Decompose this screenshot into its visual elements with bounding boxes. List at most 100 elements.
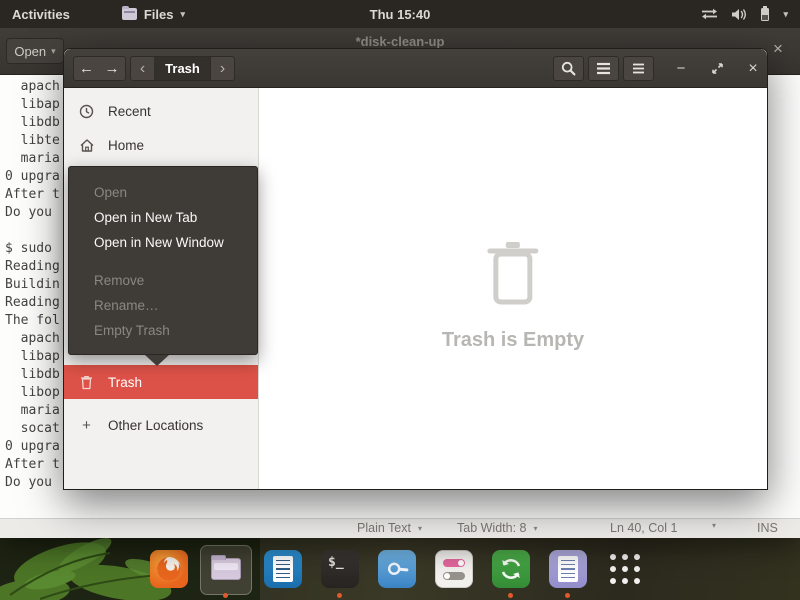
empty-state-title: Trash is Empty [442,329,584,352]
gedit-language-label: Plain Text [357,521,411,535]
gedit-open-button[interactable]: Open ▾ [6,38,64,64]
sidebar-item-label: Other Locations [108,418,203,433]
pathbar-location-button[interactable]: Trash [154,56,211,81]
gnome-top-bar: Activities Files ▾ Thu 15:40 ▾ [0,0,800,28]
view-toggle-button[interactable] [588,56,619,81]
chevron-down-icon: ▾ [533,524,537,533]
firefox-icon [150,550,188,588]
dock-item-text-editor[interactable] [549,550,587,588]
files-icon [211,558,241,580]
writer-document-icon [273,556,293,582]
plus-icon: + [78,417,95,434]
sidebar-item-label: Recent [108,104,151,119]
path-previous-button[interactable]: ‹ [130,56,155,81]
path-next-button[interactable]: › [210,56,235,81]
gedit-close-button[interactable]: × [768,39,788,59]
gedit-ins-label: INS [757,521,778,535]
app-menu-files[interactable]: Files ▾ [122,7,185,22]
update-arrows-icon [498,556,524,582]
menu-separator [69,255,257,268]
back-button[interactable]: ← [73,56,100,81]
terminal-prompt-icon: $_ [328,555,344,570]
sidebar-item-recent[interactable]: Recent [64,96,258,127]
chevron-down-icon: ▾ [712,521,716,530]
system-status-area[interactable]: ▾ [701,6,788,22]
chevron-left-icon: ‹ [140,60,145,78]
maximize-icon [711,62,724,75]
dock-item-software-updater[interactable] [492,550,530,588]
list-view-icon [596,62,611,75]
window-menu-button[interactable] [623,56,654,81]
home-icon [78,138,95,153]
sidebar-item-label: Trash [108,375,142,390]
gedit-overwrite-mode: INS [757,521,778,535]
trash-icon [78,375,95,390]
chevron-down-icon: ▾ [180,9,185,20]
sidebar-item-label: Home [108,138,144,153]
chevron-down-icon: ▾ [418,524,422,533]
gedit-statusbar-dropdown[interactable]: ▾ [712,521,716,530]
gedit-window-title: *disk-clean-up [356,34,445,49]
gedit-cursor-label: Ln 40, Col 1 [610,521,677,535]
chevron-down-icon: ▾ [783,9,788,20]
menu-item-empty-trash: Empty Trash [69,318,257,343]
running-indicator-terminal [337,593,342,598]
close-button[interactable]: × [738,56,768,81]
dock-item-settings[interactable] [435,550,473,588]
volume-icon [731,8,747,21]
app-menu-label: Files [144,7,174,22]
minimize-button[interactable]: − [666,56,696,81]
files-headerbar: ← → ‹ Trash › − [64,49,767,88]
battery-icon [760,6,770,22]
dock-item-terminal[interactable]: $_ [321,550,359,588]
sidebar-item-trash[interactable]: Trash [64,365,258,399]
menu-item-rename: Rename… [69,293,257,318]
sidebar-item-other-locations[interactable]: + Other Locations [64,410,258,441]
network-arrows-icon [701,8,718,20]
search-button[interactable] [553,56,584,81]
gedit-tab-width-label: Tab Width: 8 [457,521,526,535]
menu-item-open-new-window[interactable]: Open in New Window [69,230,257,255]
gedit-statusbar: Plain Text ▾ Tab Width: 8 ▾ Ln 40, Col 1… [0,518,800,538]
files-app-icon [122,8,137,20]
dock-item-software[interactable] [378,550,416,588]
software-icon [385,557,409,581]
hamburger-menu-icon [632,63,645,74]
chevron-right-icon: › [220,60,225,78]
text-editor-icon [558,556,578,582]
dock: $_ [0,548,800,600]
toggle-pill-icon [443,559,465,567]
gedit-language-selector[interactable]: Plain Text ▾ [357,521,422,535]
menu-item-remove: Remove [69,268,257,293]
maximize-button[interactable] [702,56,732,81]
dock-item-firefox[interactable] [150,550,188,588]
toggle-pill-icon [443,572,465,580]
back-arrow-icon: ← [79,61,94,76]
running-indicator-updater [508,593,513,598]
pathbar-location-label: Trash [165,61,200,76]
dock-item-files[interactable] [207,550,245,588]
forward-arrow-icon: → [105,61,120,76]
running-indicator-files [223,593,228,598]
dock-item-libreoffice-writer[interactable] [264,550,302,588]
trash-empty-state: Trash is Empty [442,238,584,352]
menu-item-open-new-tab[interactable]: Open in New Tab [69,205,257,230]
gedit-open-label: Open [14,44,46,59]
empty-trash-icon [484,238,542,308]
sidebar-item-home[interactable]: Home [64,130,258,161]
recent-clock-icon [78,104,95,119]
files-content-area[interactable]: Trash is Empty [259,88,767,489]
gedit-tab-width-selector[interactable]: Tab Width: 8 ▾ [457,521,538,535]
forward-button[interactable]: → [99,56,126,81]
menu-item-open: Open [69,180,257,205]
trash-context-menu: Open Open in New Tab Open in New Window … [68,166,258,355]
gedit-cursor-position: Ln 40, Col 1 [610,521,677,535]
search-icon [561,61,576,76]
running-indicator-text-editor [565,593,570,598]
context-menu-pointer [145,355,169,366]
clock[interactable]: Thu 15:40 [370,7,431,22]
dock-item-show-applications[interactable] [606,550,644,588]
activities-button[interactable]: Activities [12,7,70,22]
gedit-buffer-text: apach libap libdb libte maria 0 upgra Af… [5,78,60,492]
chevron-down-icon: ▾ [51,46,56,57]
